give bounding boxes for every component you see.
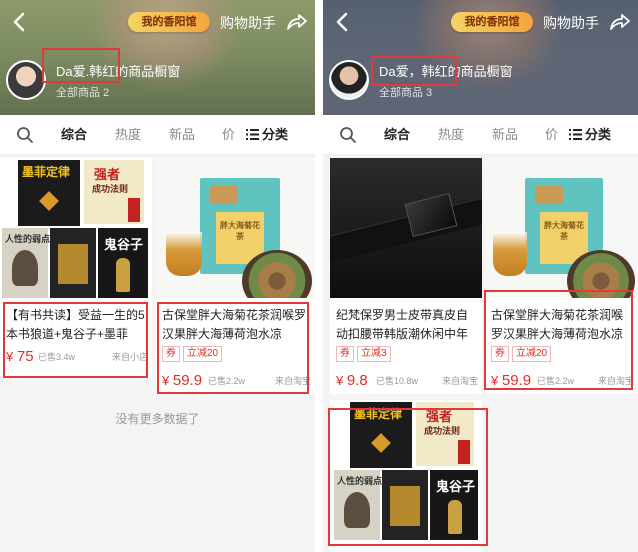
category-button[interactable]: 分类 [262, 127, 288, 143]
divider [315, 0, 323, 552]
tab-price[interactable]: 价 [222, 127, 240, 143]
product-highlight-box [484, 290, 633, 390]
share-icon[interactable] [287, 13, 307, 31]
list-icon[interactable] [569, 129, 582, 140]
sold-count: 已售10.8w [376, 376, 419, 386]
shopping-assistant-button[interactable]: 购物助手 [220, 14, 276, 32]
tab-popularity[interactable]: 热度 [115, 127, 141, 143]
title-highlight-box [371, 56, 457, 86]
book-cover: 人性的弱点 [2, 228, 51, 298]
category-button[interactable]: 分类 [585, 127, 611, 143]
shopping-assistant-button[interactable]: 购物助手 [543, 14, 599, 32]
product-count: 全部商品 2 [56, 87, 110, 99]
no-more-data: 没有更多数据了 [115, 412, 200, 426]
tab-popularity[interactable]: 热度 [438, 127, 464, 143]
tab-price[interactable]: 价 [545, 127, 563, 143]
avatar[interactable] [329, 60, 369, 100]
tab-new[interactable]: 新品 [492, 127, 518, 143]
search-icon[interactable] [339, 126, 357, 144]
book-subtitle: 成功法则 [92, 184, 129, 194]
avatar[interactable] [6, 60, 46, 100]
box-text: 胖大海菊花茶 [220, 221, 260, 241]
book-art [116, 258, 130, 292]
box-art [535, 186, 563, 204]
discount-tag: 立减3 [357, 346, 391, 362]
search-icon[interactable] [16, 126, 34, 144]
book-art [12, 250, 38, 286]
book-title: 墨菲定律 [22, 165, 71, 179]
coupon-tag: 券 [336, 346, 354, 362]
sort-tabs: 综合 热度 新品 价 分类 [0, 115, 315, 155]
product-count: 全部商品 3 [379, 87, 433, 99]
currency-symbol: ¥ [336, 373, 344, 388]
coupon-tags: 券立减3 [336, 346, 394, 362]
tab-new[interactable]: 新品 [169, 127, 195, 143]
title-highlight-box [42, 48, 120, 83]
product-origin: 来自淘宝 [441, 376, 478, 386]
product-image-books: 墨菲定律 强者 成功法则 人性的弱点 鬼谷子 [0, 158, 152, 298]
right-screen: 我的香阳馆 购物助手 Da爱，韩红的商品橱窗 全部商品 3 综合 热度 新品 价… [323, 0, 638, 552]
product-price: ¥ 9.8 [336, 372, 368, 390]
shop-header: 我的香阳馆 购物助手 Da爱，韩红的商品橱窗 全部商品 3 [323, 0, 638, 115]
book-title: 鬼谷子 [104, 237, 144, 252]
product-image-tea: 胖大海菊花茶 [156, 158, 315, 298]
box-art [210, 186, 238, 204]
tea-cup [166, 232, 202, 276]
tea-cup [493, 232, 527, 276]
book-cover: 强者 成功法则 [84, 160, 144, 224]
book-title: 人性的弱点 [5, 234, 51, 244]
shop-badge[interactable]: 我的香阳馆 [451, 12, 533, 32]
book-cover: 鬼谷子 [98, 228, 148, 298]
tab-comprehensive[interactable]: 综合 [384, 127, 410, 143]
price-value: 9.8 [346, 372, 368, 389]
share-icon[interactable] [610, 13, 630, 31]
sort-tabs: 综合 热度 新品 价 分类 [323, 115, 638, 155]
book-title: 强者 [94, 167, 121, 182]
product-highlight-box [157, 302, 309, 394]
shop-badge[interactable]: 我的香阳馆 [128, 12, 210, 32]
product-highlight-box [3, 302, 148, 378]
product-image-belt [330, 158, 482, 298]
product-image-tea: 胖大海菊花茶 [485, 158, 638, 298]
box-text: 胖大海菊花茶 [544, 221, 584, 241]
book-art [58, 244, 88, 284]
price-row: ¥ 9.8 已售10.8w 来自淘宝 [336, 372, 478, 390]
tea-bowl [242, 250, 312, 298]
shop-header: 我的香阳馆 购物助手 Da爱.韩红的商品橱窗 全部商品 2 [0, 0, 315, 115]
tab-comprehensive[interactable]: 综合 [61, 127, 87, 143]
book-cover [50, 228, 96, 298]
book-cover: 墨菲定律 [18, 160, 80, 226]
list-icon[interactable] [246, 129, 259, 140]
product-card[interactable]: 纪梵保罗男士皮带真皮自动扣腰带韩版潮休闲中年 券立减3 ¥ 9.8 已售10.8… [330, 158, 482, 394]
book-art [39, 191, 59, 211]
product-highlight-box [328, 408, 488, 546]
product-title[interactable]: 纪梵保罗男士皮带真皮自动扣腰带韩版潮休闲中年 [336, 306, 478, 344]
back-icon[interactable] [335, 12, 351, 32]
left-screen: 我的香阳馆 购物助手 Da爱.韩红的商品橱窗 全部商品 2 综合 热度 新品 价… [0, 0, 315, 552]
book-art [128, 198, 140, 222]
back-icon[interactable] [12, 12, 28, 32]
